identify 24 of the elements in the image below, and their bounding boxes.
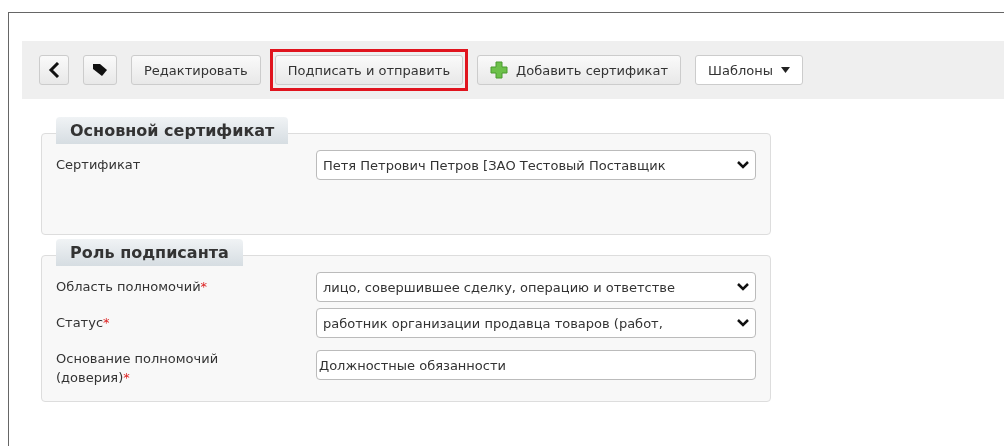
templates-dropdown[interactable]: Шаблоны: [695, 55, 803, 85]
select-field[interactable]: Петя Петрович Петров [ЗАО Тестовый Поставщик: [316, 150, 756, 180]
back-button[interactable]: [39, 55, 69, 85]
toolbar-button[interactable]: Подписать и отправить: [274, 55, 464, 85]
button-label: Добавить сертификат: [516, 62, 668, 78]
toolbar-button[interactable]: Редактировать: [131, 55, 261, 85]
field-label: Статус*: [56, 314, 111, 332]
add-certificate-button[interactable]: Добавить сертификат: [477, 55, 681, 85]
tag-icon: [92, 63, 108, 77]
select-field[interactable]: лицо, совершившее сделку, операцию и ответстве: [316, 272, 756, 302]
field-label: Область полномочий*: [56, 278, 209, 296]
section-title: Роль подписанта: [56, 239, 243, 266]
chevron-down-icon: [737, 161, 749, 169]
select-field[interactable]: работник организации продавца товаров (работ,: [316, 308, 756, 338]
field-label: Сертификат: [56, 156, 142, 174]
tag-button[interactable]: [83, 55, 117, 85]
field-label: Основание полномочий (доверия)*: [56, 350, 220, 387]
chevron-down-icon: [737, 319, 749, 327]
chevron-down-icon: [737, 283, 749, 291]
section-title: Основной сертификат: [56, 117, 289, 144]
plus-icon: [490, 61, 509, 79]
back-icon: [48, 62, 60, 78]
input-field[interactable]: Должностные обязанности: [316, 350, 756, 380]
caret-icon: [780, 67, 790, 73]
